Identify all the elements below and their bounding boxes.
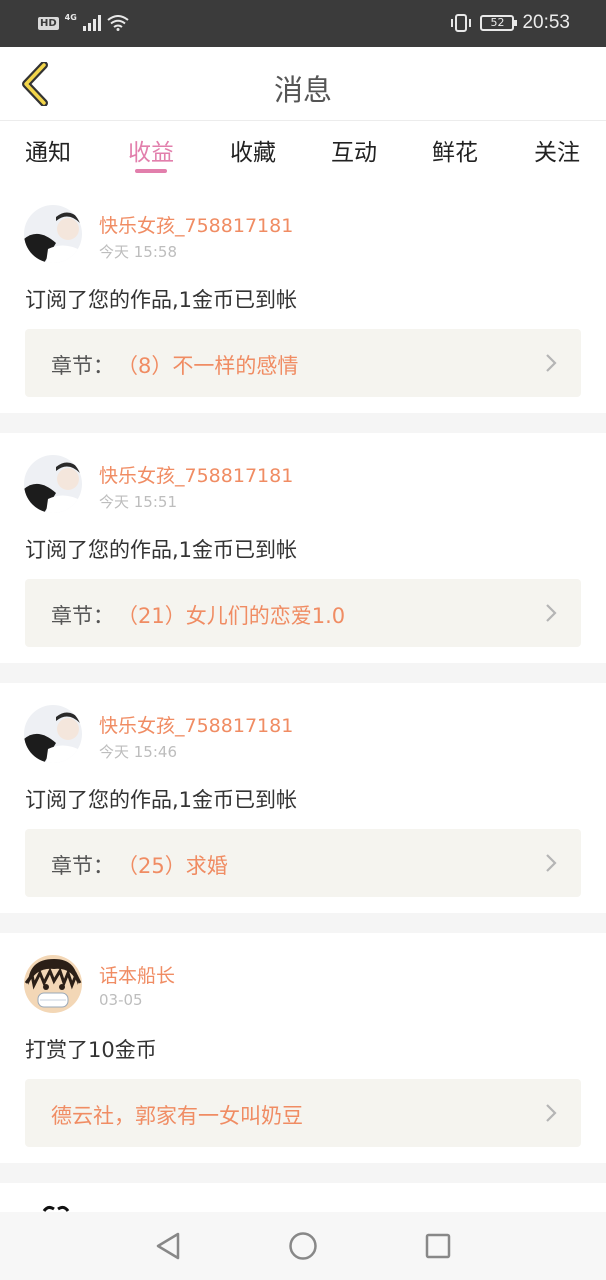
timestamp: 今天 15:51 — [99, 493, 177, 511]
link-prefix: 章节： — [51, 604, 114, 628]
network-type: 4G — [64, 12, 77, 22]
girl-avatar-icon — [24, 455, 82, 513]
nav-back-button[interactable] — [146, 1224, 190, 1268]
circle-home-icon — [289, 1232, 317, 1260]
timestamp: 今天 15:58 — [99, 243, 177, 261]
card-separator — [0, 913, 606, 933]
chevron-right-icon — [546, 604, 557, 622]
chevron-right-icon — [546, 854, 557, 872]
action-text: 订阅了您的作品,1金币已到帐 — [25, 788, 298, 812]
card-separator — [0, 1163, 606, 1183]
message-card: 快乐女孩_758817181 今天 15:46 订阅了您的作品,1金币已到帐 章… — [0, 685, 606, 913]
avatar[interactable] — [24, 205, 82, 263]
card-separator — [0, 663, 606, 683]
tab-interactions[interactable]: 互动 — [309, 133, 399, 173]
action-text: 打赏了10金币 — [25, 1038, 157, 1062]
partial-message-card — [0, 1183, 606, 1213]
card-separator — [0, 413, 606, 433]
link-prefix: 章节： — [51, 854, 114, 878]
timestamp: 今天 15:46 — [99, 743, 177, 761]
username[interactable]: 快乐女孩_758817181 — [99, 211, 293, 238]
chapter-link[interactable]: 章节： （8）不一样的感情 — [25, 329, 581, 397]
link-title: 德云社，郭家有一女叫奶豆 — [51, 1104, 303, 1128]
chapter-link[interactable]: 章节： （25）求婚 — [25, 829, 581, 897]
triangle-back-icon — [156, 1232, 180, 1260]
message-card: 快乐女孩_758817181 今天 15:58 订阅了您的作品,1金币已到帐 章… — [0, 185, 606, 413]
nav-recents-button[interactable] — [416, 1224, 460, 1268]
tab-label: 互动 — [331, 140, 377, 166]
status-left: HD 4G — [38, 12, 129, 34]
avatar[interactable] — [24, 955, 82, 1013]
message-card: 快乐女孩_758817181 今天 15:51 订阅了您的作品,1金币已到帐 章… — [0, 435, 606, 663]
tab-bar: 通知 收益 收藏 互动 鲜花 关注 — [0, 121, 606, 185]
username[interactable]: 快乐女孩_758817181 — [99, 461, 293, 488]
username[interactable]: 话本船长 — [99, 961, 175, 988]
hd-badge: HD — [38, 16, 59, 30]
tab-following[interactable]: 关注 — [512, 133, 602, 173]
work-link[interactable]: 德云社，郭家有一女叫奶豆 — [25, 1079, 581, 1147]
action-text: 订阅了您的作品,1金币已到帐 — [25, 288, 298, 312]
username[interactable]: 快乐女孩_758817181 — [99, 711, 293, 738]
vibrate-icon — [451, 14, 472, 32]
status-right: 52 20:53 — [450, 10, 570, 36]
cartoon-avatar-icon — [24, 955, 82, 1013]
wifi-icon — [107, 15, 129, 31]
chevron-right-icon — [546, 354, 557, 372]
clock: 20:53 — [522, 12, 570, 33]
link-prefix: 章节： — [51, 354, 114, 378]
status-bar: HD 4G 52 20:53 — [0, 0, 606, 47]
tab-label: 收藏 — [230, 140, 276, 166]
active-tab-indicator — [135, 169, 167, 173]
girl-avatar-icon — [24, 205, 82, 263]
tab-favorites[interactable]: 收藏 — [208, 133, 298, 173]
link-title: （8）不一样的感情 — [117, 354, 299, 378]
battery-indicator: 52 — [480, 15, 518, 31]
title-bar: 消息 — [0, 47, 606, 121]
action-text: 订阅了您的作品,1金币已到帐 — [25, 538, 298, 562]
tab-label: 通知 — [25, 140, 71, 166]
timestamp: 03-05 — [99, 991, 143, 1009]
tab-label: 鲜花 — [432, 140, 478, 166]
girl-avatar-icon — [24, 705, 82, 763]
system-nav-bar — [0, 1212, 606, 1280]
link-title: （21）女儿们的恋爱1.0 — [117, 604, 346, 628]
signal-icon — [82, 15, 101, 31]
tab-flowers[interactable]: 鲜花 — [410, 133, 500, 173]
avatar[interactable] — [24, 705, 82, 763]
avatar[interactable] — [24, 455, 82, 513]
tab-label: 关注 — [534, 140, 580, 166]
link-title: （25）求婚 — [117, 854, 228, 878]
page-title: 消息 — [273, 73, 332, 107]
message-card: 话本船长 03-05 打赏了10金币 德云社，郭家有一女叫奶豆 — [0, 935, 606, 1163]
tab-notifications[interactable]: 通知 — [3, 133, 93, 173]
chevron-right-icon — [546, 1104, 557, 1122]
tab-earnings[interactable]: 收益 — [106, 133, 196, 173]
nav-home-button[interactable] — [281, 1224, 325, 1268]
chapter-link[interactable]: 章节： （21）女儿们的恋爱1.0 — [25, 579, 581, 647]
tab-label: 收益 — [128, 140, 174, 166]
square-recents-icon — [425, 1233, 451, 1259]
